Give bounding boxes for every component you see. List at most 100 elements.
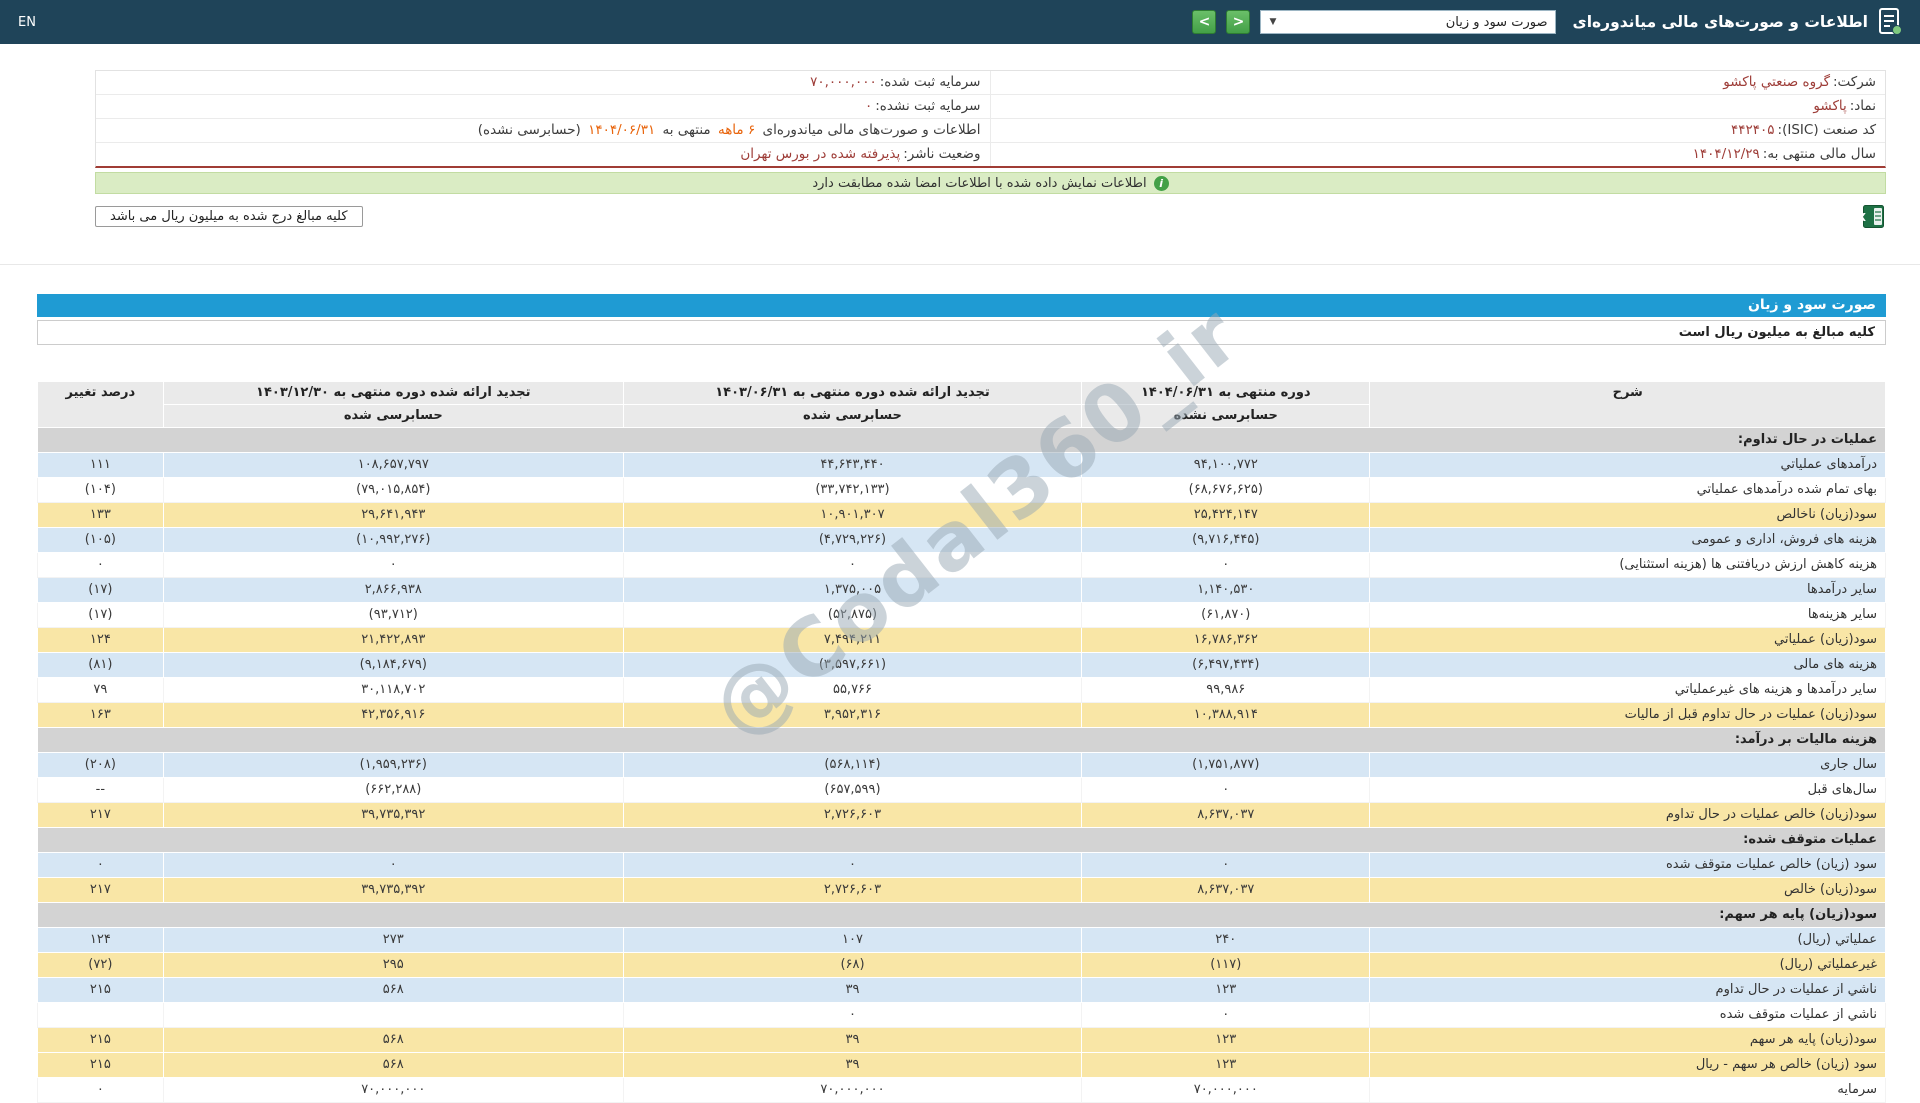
- period-value: ۰: [162, 852, 624, 878]
- row-label: غیرعملیاتي (ریال): [1369, 952, 1886, 978]
- percent-change-value: ۲۱۵: [37, 1052, 164, 1078]
- period-value: ۰: [622, 852, 1083, 878]
- row-label: سود(زیان) عملیات در حال تداوم قبل از مال…: [1369, 702, 1886, 728]
- chevron-down-icon: ▼: [1269, 17, 1277, 27]
- period-value: (۶۶۲,۲۸۸): [162, 777, 624, 803]
- percent-change-value: ۲۱۵: [37, 1027, 164, 1053]
- info-icon: i: [1153, 175, 1169, 191]
- col-header-description: شرح: [1369, 381, 1886, 428]
- period-value: ۴۲,۳۵۶,۹۱۶: [162, 702, 624, 728]
- period-info-field: اطلاعات و صورت‌های مالی میاندوره‌ای ۶ ما…: [96, 119, 991, 143]
- period-info-prefix: اطلاعات و صورت‌های مالی میاندوره‌ای: [762, 122, 981, 138]
- period-value: ۵۶۸: [162, 977, 624, 1003]
- row-label: سود(زیان) خالص: [1369, 877, 1886, 903]
- period-value: ۷,۴۹۴,۲۱۱: [622, 627, 1083, 653]
- previous-statement-button[interactable]: <: [1192, 10, 1217, 34]
- symbol-value: پاکشو: [1813, 98, 1847, 114]
- period-value: ۱,۱۴۰,۵۳۰: [1081, 577, 1371, 603]
- period-value: (۳۳,۷۴۲,۱۳۳): [622, 477, 1083, 503]
- table-row: سود (زیان) خالص هر سهم - ریال ۱۲۳ ۳۹ ۵۶۸ ۲۱۵: [37, 1052, 1886, 1078]
- registered-capital-value: ۷۰,۰۰۰,۰۰۰: [810, 74, 877, 90]
- period-value: ۱,۳۷۵,۰۰۵: [622, 577, 1083, 603]
- period-info-middle: منتهی به: [662, 122, 711, 138]
- fiscal-year-field: سال مالی منتهی به:۱۴۰۴/۱۲/۲۹: [991, 143, 1886, 166]
- section-label: سود(زیان) پایه هر سهم:: [37, 902, 1886, 928]
- period-value: ۱۰,۳۸۸,۹۱۴: [1081, 702, 1371, 728]
- percent-change-value: --: [37, 777, 164, 803]
- table-row: سال‌های قبل ۰ (۶۵۷,۵۹۹) (۶۶۲,۲۸۸) --: [37, 777, 1886, 803]
- percent-change-value: ۲۱۷: [37, 802, 164, 828]
- period-value: (۵۲,۸۷۵): [622, 602, 1083, 628]
- period-info-date: ۱۴۰۴/۰۶/۳۱: [588, 122, 656, 138]
- period-value: [162, 1002, 624, 1028]
- percent-change-value: ۱۶۳: [37, 702, 164, 728]
- statement-type-dropdown[interactable]: صورت سود و زیان ▼: [1260, 10, 1557, 34]
- period-value: ۱۰۸,۶۵۷,۷۹۷: [162, 452, 624, 478]
- period-value: ۱۲۳: [1081, 977, 1371, 1003]
- statement-section: صورت سود و زیان کلیه مبالغ به میلیون ریا…: [37, 294, 1886, 1103]
- isic-label: کد صنعت (ISIC):: [1777, 122, 1876, 138]
- row-label: ناشي از عملیات در حال تداوم: [1369, 977, 1886, 1003]
- period-value: ۷۰,۰۰۰,۰۰۰: [622, 1077, 1083, 1103]
- percent-change-value: ۷۹: [37, 677, 164, 703]
- row-label: ناشي از عملیات متوقف شده: [1369, 1002, 1886, 1028]
- period-value: ۳,۹۵۲,۳۱۶: [622, 702, 1083, 728]
- table-header: شرح دوره منتهی به ۱۴۰۴/۰۶/۳۱ تجدید ارائه…: [37, 381, 1886, 428]
- period-value: ۲۴۰: [1081, 927, 1371, 953]
- period-value: ۵۵,۷۶۶: [622, 677, 1083, 703]
- percent-change-value: (۱۰۵): [37, 527, 164, 553]
- percent-change-value: ۲۱۵: [37, 977, 164, 1003]
- period-value: ۵۶۸: [162, 1052, 624, 1078]
- period-value: ۱۰,۹۰۱,۳۰۷: [622, 502, 1083, 528]
- period-value: ۳۰,۱۱۸,۷۰۲: [162, 677, 624, 703]
- row-label: عملیاتي (ریال): [1369, 927, 1886, 953]
- symbol-label: نماد:: [1849, 98, 1876, 114]
- section-header-row: عملیات متوقف شده:: [37, 827, 1886, 853]
- company-name-field: شرکت:گروه صنعتي پاکشو: [990, 71, 1885, 95]
- period-value: (۷۹,۰۱۵,۸۵۴): [162, 477, 624, 503]
- excel-export-icon[interactable]: X: [1863, 205, 1884, 228]
- period-value: (۶۱,۸۷۰): [1081, 602, 1371, 628]
- period-value: (۶,۴۹۷,۴۳۴): [1081, 652, 1371, 678]
- period-value: ۰: [1081, 552, 1371, 578]
- period-value: ۴۴,۶۴۳,۴۴۰: [622, 452, 1083, 478]
- percent-change-value: (۱۷): [37, 577, 164, 603]
- period-value: ۵۶۸: [162, 1027, 624, 1053]
- unregistered-capital-label: سرمایه ثبت نشده:: [875, 98, 981, 114]
- row-label: سرمایه: [1369, 1077, 1886, 1103]
- table-row: سایر درآمدها ۱,۱۴۰,۵۳۰ ۱,۳۷۵,۰۰۵ ۲,۸۶۶,۹۳۸(…: [37, 577, 1886, 603]
- period-info-duration: ۶ ماهه: [717, 122, 756, 138]
- period-value: (۳,۵۹۷,۶۶۱): [622, 652, 1083, 678]
- isic-value: ۴۴۲۴۰۵: [1731, 122, 1775, 138]
- period-value: (۶۵۷,۵۹۹): [622, 777, 1083, 803]
- period-value: ۲۷۳: [162, 927, 624, 953]
- period-value: (۵۶۸,۱۱۴): [622, 752, 1083, 778]
- signed-info-message: اطلاعات نمایش داده شده با اطلاعات امضا ش…: [812, 175, 1147, 191]
- period-value: ۳۹,۷۳۵,۳۹۲: [162, 877, 624, 903]
- section-label: عملیات در حال تداوم:: [37, 427, 1886, 453]
- registered-capital-label: سرمایه ثبت شده:: [879, 74, 981, 90]
- period-value: ۲,۸۶۶,۹۳۸: [162, 577, 624, 603]
- percent-change-value: ۰: [37, 552, 164, 578]
- period-value: (۹,۱۸۴,۶۷۹): [162, 652, 624, 678]
- period-value: (۱۰,۹۹۲,۲۷۶): [162, 527, 624, 553]
- language-switch-link[interactable]: EN: [18, 15, 36, 30]
- period-value: (۶۸): [622, 952, 1083, 978]
- table-row: سود(زیان) عملیاتي ۱۶,۷۸۶,۳۶۲ ۷,۴۹۴,۲۱۱ ۲۱,۴…: [37, 627, 1886, 653]
- period-value: ۲,۷۲۶,۶۰۳: [622, 877, 1083, 903]
- fiscal-year-value: ۱۴۰۴/۱۲/۲۹: [1692, 146, 1760, 162]
- isic-field: کد صنعت (ISIC):۴۴۲۴۰۵: [990, 119, 1885, 143]
- fiscal-year-label: سال مالی منتهی به:: [1762, 146, 1876, 162]
- percent-change-value: ۰: [37, 1077, 164, 1103]
- row-label: سایر درآمدها: [1369, 577, 1886, 603]
- next-statement-button[interactable]: >: [1226, 10, 1251, 34]
- period-value: (۱,۹۵۹,۲۳۶): [162, 752, 624, 778]
- period-value: ۸,۶۳۷,۰۳۷: [1081, 877, 1371, 903]
- page-title: اطلاعات و صورت‌های مالی میاندوره‌ای: [1572, 13, 1868, 31]
- period-value: ۱۶,۷۸۶,۳۶۲: [1081, 627, 1371, 653]
- period-value: ۲۱,۴۲۲,۸۹۳: [162, 627, 624, 653]
- col-subheader-unaudited: حسابرسی نشده: [1081, 404, 1371, 428]
- period-value: ۰: [1081, 1002, 1371, 1028]
- table-row: سایر درآمدها و هزینه های غیرعملیاتي ۹۹,۹۸…: [37, 677, 1886, 703]
- percent-change-value: (۱۰۴): [37, 477, 164, 503]
